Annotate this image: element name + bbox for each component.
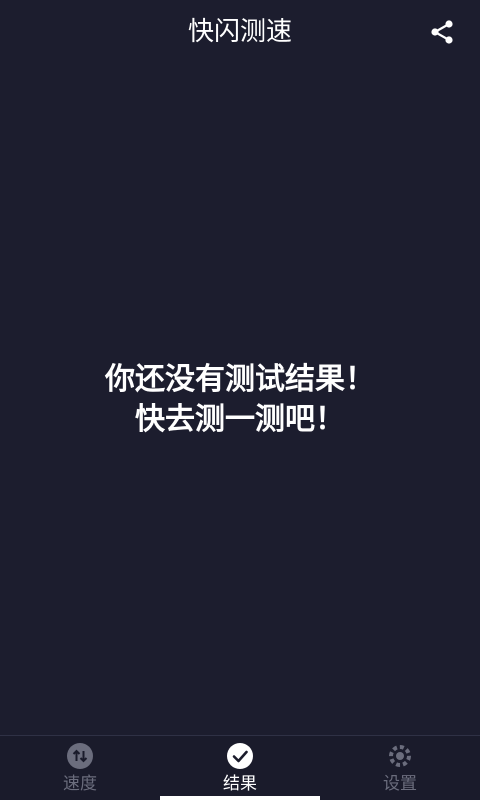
share-button[interactable] xyxy=(426,16,458,48)
empty-results-message: 你还没有测试结果！ 快去测一测吧！ xyxy=(0,360,480,440)
nav-label-results: 结果 xyxy=(223,774,257,794)
nav-tab-results[interactable]: 结果 xyxy=(160,736,320,800)
bottom-navigation: 速度 结果 设置 xyxy=(0,735,480,800)
nav-label-speed: 速度 xyxy=(63,774,97,794)
page-title: 快闪测速 xyxy=(187,17,292,47)
transfer-arrows-icon xyxy=(67,743,93,769)
nav-label-settings: 设置 xyxy=(383,774,417,794)
share-icon xyxy=(431,20,453,44)
app-header: 快闪测速 xyxy=(0,0,480,64)
app-screen: 快闪测速 你还没有测试结果！ 快去测一测吧！ 速度 结果 设置 xyxy=(0,0,480,800)
settings-icon xyxy=(389,745,411,767)
empty-message-line-2: 快去测一测吧！ xyxy=(135,402,345,437)
empty-message-line-1: 你还没有测试结果！ xyxy=(105,362,375,397)
nav-tab-speed[interactable]: 速度 xyxy=(0,736,160,800)
active-tab-indicator xyxy=(160,796,320,800)
check-circle-icon xyxy=(227,743,253,769)
nav-tab-settings[interactable]: 设置 xyxy=(320,736,480,800)
